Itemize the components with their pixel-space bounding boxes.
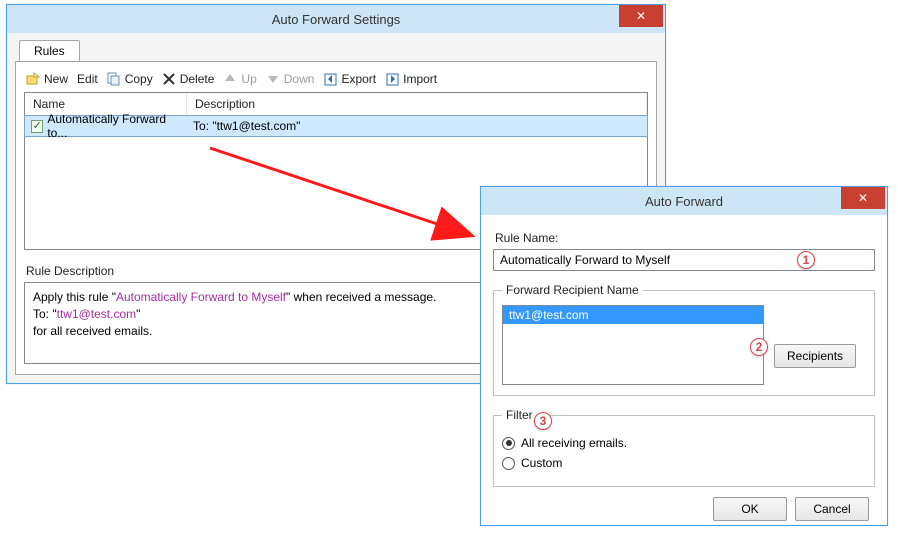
filter-custom-label: Custom	[521, 456, 562, 470]
filter-all-label: All receiving emails.	[521, 436, 627, 450]
close-icon: ✕	[858, 192, 868, 204]
new-button[interactable]: New	[26, 72, 68, 86]
rule-description-cell: To: "ttw1@test.com"	[187, 119, 647, 133]
close-icon: ✕	[636, 10, 646, 22]
export-label: Export	[341, 72, 376, 86]
new-icon	[26, 72, 40, 86]
edit-button[interactable]: Edit	[77, 72, 98, 86]
table-row[interactable]: ✓ Automatically Forward to... To: "ttw1@…	[24, 115, 648, 137]
rule-checkbox[interactable]: ✓	[31, 120, 43, 133]
settings-close-button[interactable]: ✕	[619, 5, 663, 27]
delete-label: Delete	[180, 72, 215, 86]
copy-label: Copy	[125, 72, 153, 86]
copy-icon	[107, 72, 121, 86]
import-icon	[385, 72, 399, 86]
import-button[interactable]: Import	[385, 72, 437, 86]
ok-button[interactable]: OK	[713, 497, 787, 521]
settings-titlebar: Auto Forward Settings ✕	[7, 5, 665, 33]
cancel-button[interactable]: Cancel	[795, 497, 869, 521]
forward-window: Auto Forward ✕ Rule Name: Automatically …	[480, 186, 888, 526]
filter-custom-row[interactable]: Custom	[502, 456, 866, 470]
down-label: Down	[284, 72, 315, 86]
forward-close-button[interactable]: ✕	[841, 187, 885, 209]
dialog-buttons: OK Cancel	[493, 487, 875, 525]
callout-1: 1	[797, 251, 815, 269]
toolbar: New Edit Copy Delete	[24, 68, 648, 92]
edit-label: Edit	[77, 72, 98, 86]
filter-legend: Filter	[502, 408, 537, 422]
filter-all-radio[interactable]	[502, 437, 515, 450]
desc-to-link[interactable]: ttw1@test.com	[57, 307, 137, 321]
new-label: New	[44, 72, 68, 86]
settings-title: Auto Forward Settings	[7, 12, 665, 27]
recipient-listbox[interactable]: ttw1@test.com	[502, 305, 764, 385]
filter-custom-radio[interactable]	[502, 457, 515, 470]
import-label: Import	[403, 72, 437, 86]
recipient-legend: Forward Recipient Name	[502, 283, 643, 297]
arrow-down-icon	[266, 72, 280, 86]
rule-name: Automatically Forward to...	[47, 112, 181, 140]
rule-name-label: Rule Name:	[495, 231, 873, 245]
copy-button[interactable]: Copy	[107, 72, 153, 86]
recipients-button[interactable]: Recipients	[774, 344, 856, 368]
delete-button[interactable]: Delete	[162, 72, 215, 86]
callout-2: 2	[750, 338, 768, 356]
filter-group: Filter 3 All receiving emails. Custom	[493, 408, 875, 487]
tabstrip: Rules	[15, 39, 657, 61]
export-icon	[323, 72, 337, 86]
forward-title: Auto Forward	[481, 194, 887, 209]
callout-3: 3	[534, 412, 552, 430]
arrow-up-icon	[223, 72, 237, 86]
recipient-group: Forward Recipient Name ttw1@test.com 2 R…	[493, 283, 875, 396]
down-button: Down	[266, 72, 315, 86]
up-button: Up	[223, 72, 256, 86]
up-label: Up	[241, 72, 256, 86]
tab-rules[interactable]: Rules	[19, 40, 80, 61]
delete-icon	[162, 72, 176, 86]
forward-titlebar: Auto Forward ✕	[481, 187, 887, 215]
rule-name-value: Automatically Forward to Myself	[500, 253, 670, 267]
col-description[interactable]: Description	[187, 93, 647, 115]
rule-name-input[interactable]: Automatically Forward to Myself	[493, 249, 875, 271]
filter-all-row[interactable]: All receiving emails.	[502, 436, 866, 450]
recipient-item[interactable]: ttw1@test.com	[503, 306, 763, 324]
forward-client: Rule Name: Automatically Forward to Myse…	[481, 215, 887, 525]
desc-rule-link[interactable]: Automatically Forward to Myself	[116, 290, 286, 304]
export-button[interactable]: Export	[323, 72, 376, 86]
